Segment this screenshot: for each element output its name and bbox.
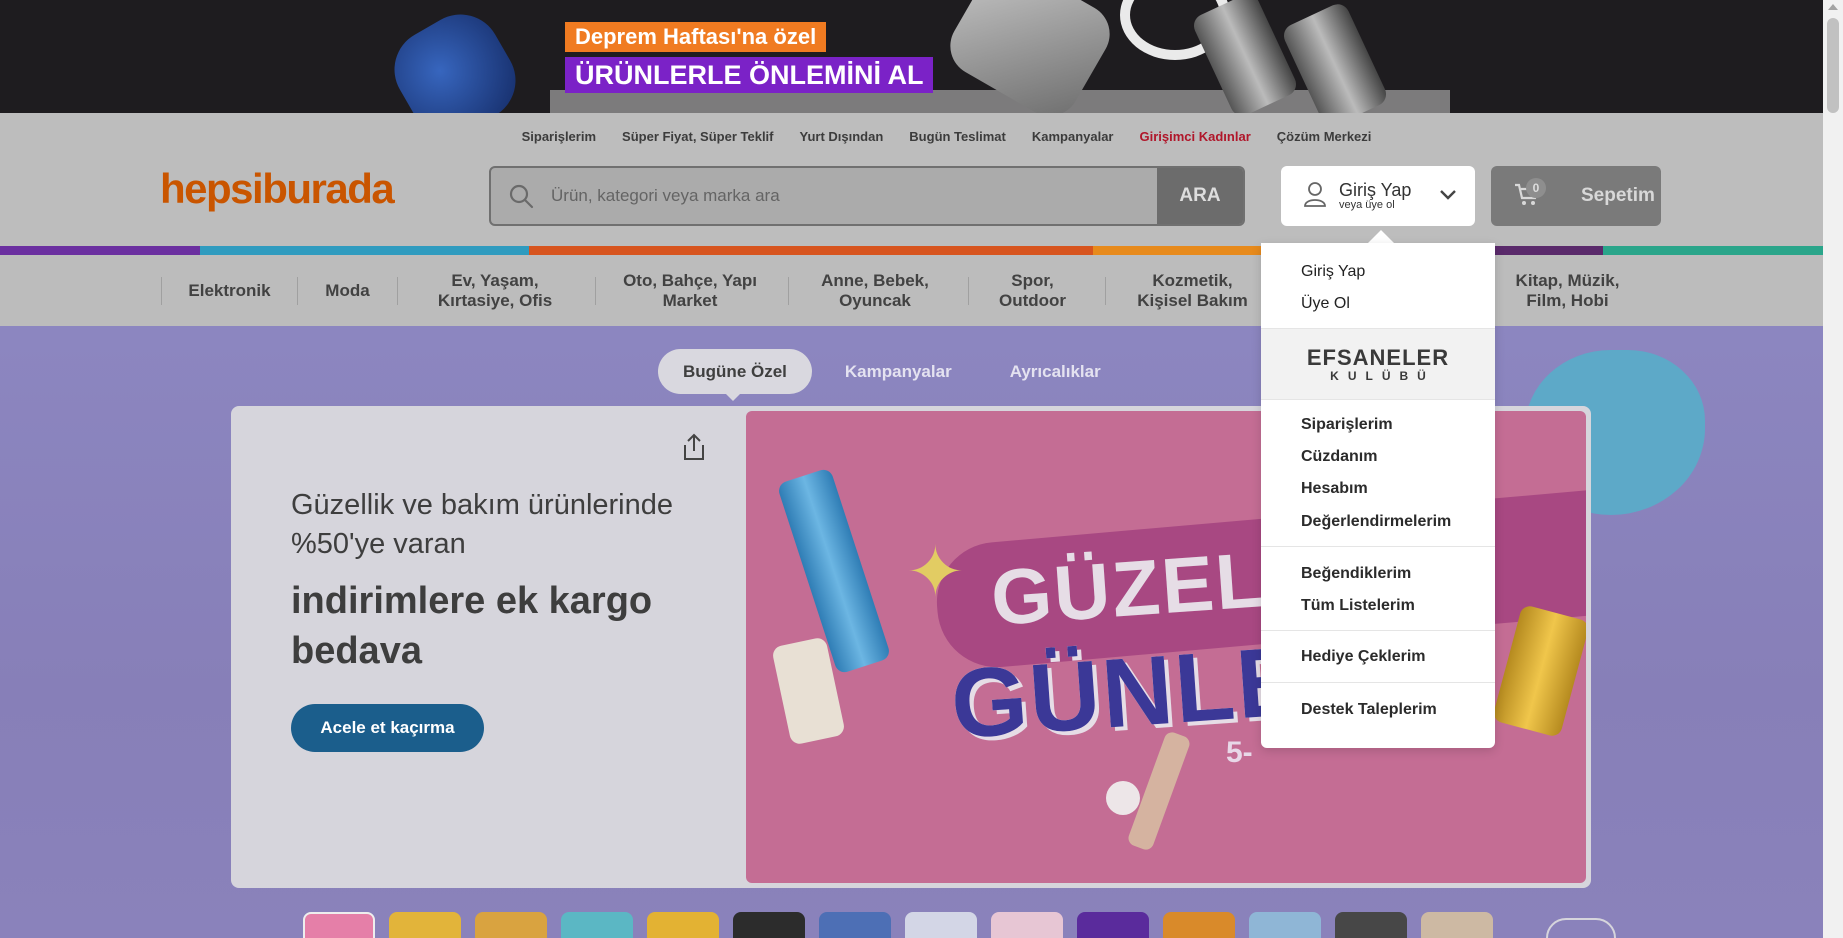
tab-campaigns[interactable]: Kampanyalar [820,349,977,394]
category-mother-baby[interactable]: Anne, Bebek, Oyuncak [800,255,950,326]
util-link-women-entrepreneurs[interactable]: Girişimci Kadınlar [1140,129,1251,144]
top-promo-banner[interactable]: Deprem Haftası'na özel ÜRÜNLERLE ÖNLEMİN… [0,0,1843,113]
thumbnail[interactable] [1249,912,1321,938]
dropdown-account-link[interactable]: Hesabım [1301,480,1368,498]
thumbnail[interactable] [561,912,633,938]
hero-image-word: GÜNLE [947,624,1308,760]
category-fashion[interactable]: Moda [305,255,390,326]
thumbnail[interactable] [819,912,891,938]
search-bar: ARA [489,166,1245,226]
thumbnail[interactable] [733,912,805,938]
share-icon[interactable] [681,432,707,467]
category-sports[interactable]: Spor, Outdoor [975,255,1090,326]
site-header: Siparişlerim Süper Fiyat, Süper Teklif Y… [0,113,1843,246]
category-cosmetics[interactable]: Kozmetik, Kişisel Bakım [1110,255,1275,326]
tab-today-special[interactable]: Bugüne Özel [658,349,812,394]
banner-bottle-image [379,0,531,113]
utility-nav: Siparişlerim Süper Fiyat, Süper Teklif Y… [0,129,1843,144]
thumbnail[interactable] [1163,912,1235,938]
util-link-campaigns[interactable]: Kampanyalar [1032,129,1114,144]
account-dropdown: Giriş Yap Üye Ol EFSANELER KULÜBÜ Sipari… [1261,243,1495,748]
category-separator [397,277,398,305]
thumbnail[interactable] [905,912,977,938]
thumbnail[interactable] [389,912,461,938]
category-home-living[interactable]: Ev, Yaşam, Kırtasiye, Ofis [410,255,580,326]
util-link-help-center[interactable]: Çözüm Merkezi [1277,129,1372,144]
product-oil-image [1491,603,1586,739]
campaign-thumbnails [303,912,1493,938]
page-scrollbar[interactable] [1823,0,1843,938]
dropdown-divider [1261,682,1495,683]
thumbnails-next-button[interactable] [1546,918,1616,938]
category-auto-garden[interactable]: Oto, Bahçe, Yapı Market [605,255,775,326]
category-separator [788,277,789,305]
thumbnail[interactable] [303,912,375,938]
search-icon [491,168,551,224]
tab-privileges[interactable]: Ayrıcalıklar [985,349,1126,394]
category-separator [968,277,969,305]
login-button[interactable]: Giriş Yap veya üye ol [1281,166,1475,226]
util-link-abroad[interactable]: Yurt Dışından [800,129,884,144]
search-input[interactable] [551,168,1157,224]
util-link-orders[interactable]: Siparişlerim [522,129,596,144]
category-separator [1105,277,1106,305]
chevron-down-icon [1439,188,1457,206]
category-books-music[interactable]: Kitap, Müzik, Film, Hobi [1495,255,1640,326]
thumbnail[interactable] [1335,912,1407,938]
dropdown-login-link[interactable]: Giriş Yap [1301,263,1365,281]
dropdown-wallet-link[interactable]: Cüzdanım [1301,448,1377,466]
category-electronics[interactable]: Elektronik [172,255,287,326]
hero-text: Güzellik ve bakım ürünlerinde %50'ye var… [291,489,674,560]
category-separator [161,277,162,305]
decorative-circle [1106,781,1140,815]
dropdown-lists-link[interactable]: Tüm Listelerim [1301,597,1415,615]
dropdown-support-link[interactable]: Destek Taleplerim [1301,701,1437,719]
util-link-super-price[interactable]: Süper Fiyat, Süper Teklif [622,129,773,144]
thumbnail[interactable] [475,912,547,938]
category-nav: Elektronik Moda Ev, Yaşam, Kırtasiye, Ofi… [0,255,1843,326]
dropdown-divider [1261,546,1495,547]
dropdown-gift-cards-link[interactable]: Hediye Çeklerim [1301,648,1426,666]
thumbnail[interactable] [991,912,1063,938]
cart-count-badge: 0 [1526,178,1546,198]
site-logo[interactable]: hepsiburada [160,165,395,213]
user-icon [1303,181,1327,212]
scroll-up-arrow[interactable] [1828,4,1838,10]
search-button[interactable]: ARA [1157,168,1243,224]
club-title: EFSANELER [1306,345,1450,370]
cart-label: Sepetim [1581,185,1655,206]
scrollbar-thumb[interactable] [1827,18,1839,113]
category-separator [297,277,298,305]
login-title: Giriş Yap [1339,180,1412,200]
banner-subheadline: ÜRÜNLERLE ÖNLEMİNİ AL [565,57,934,93]
thumbnail[interactable] [647,912,719,938]
hero-headline: indirimlere ek kargo bedava [291,580,653,672]
hero-image-date: 5- [1226,736,1253,769]
dropdown-signup-link[interactable]: Üye Ol [1301,295,1350,313]
club-subtitle: KULÜBÜ [1330,369,1435,383]
dropdown-reviews-link[interactable]: Değerlendirmelerim [1301,513,1451,531]
hero-cta-button[interactable]: Acele et kaçırma [291,704,484,752]
banner-headline: Deprem Haftası'na özel [565,22,827,52]
sparkle-icon: ✦ [906,533,965,611]
dropdown-divider [1261,399,1495,400]
color-stripe [0,246,1843,255]
tab-pointer [724,392,742,401]
category-separator [595,277,596,305]
thumbnail[interactable] [1421,912,1493,938]
dropdown-divider [1261,630,1495,631]
dropdown-likes-link[interactable]: Beğendiklerim [1301,565,1411,583]
thumbnail[interactable] [1077,912,1149,938]
cart-button[interactable]: 0 Sepetim [1491,166,1661,226]
login-subtitle: veya üye ol [1339,199,1395,211]
dropdown-orders-link[interactable]: Siparişlerim [1301,416,1393,434]
legends-club-banner[interactable]: EFSANELER KULÜBÜ [1261,329,1495,399]
dropdown-pointer [1368,230,1394,243]
util-link-same-day[interactable]: Bugün Teslimat [909,129,1006,144]
content-tabs: Bugüne Özel Kampanyalar Ayrıcalıklar [658,349,1126,394]
